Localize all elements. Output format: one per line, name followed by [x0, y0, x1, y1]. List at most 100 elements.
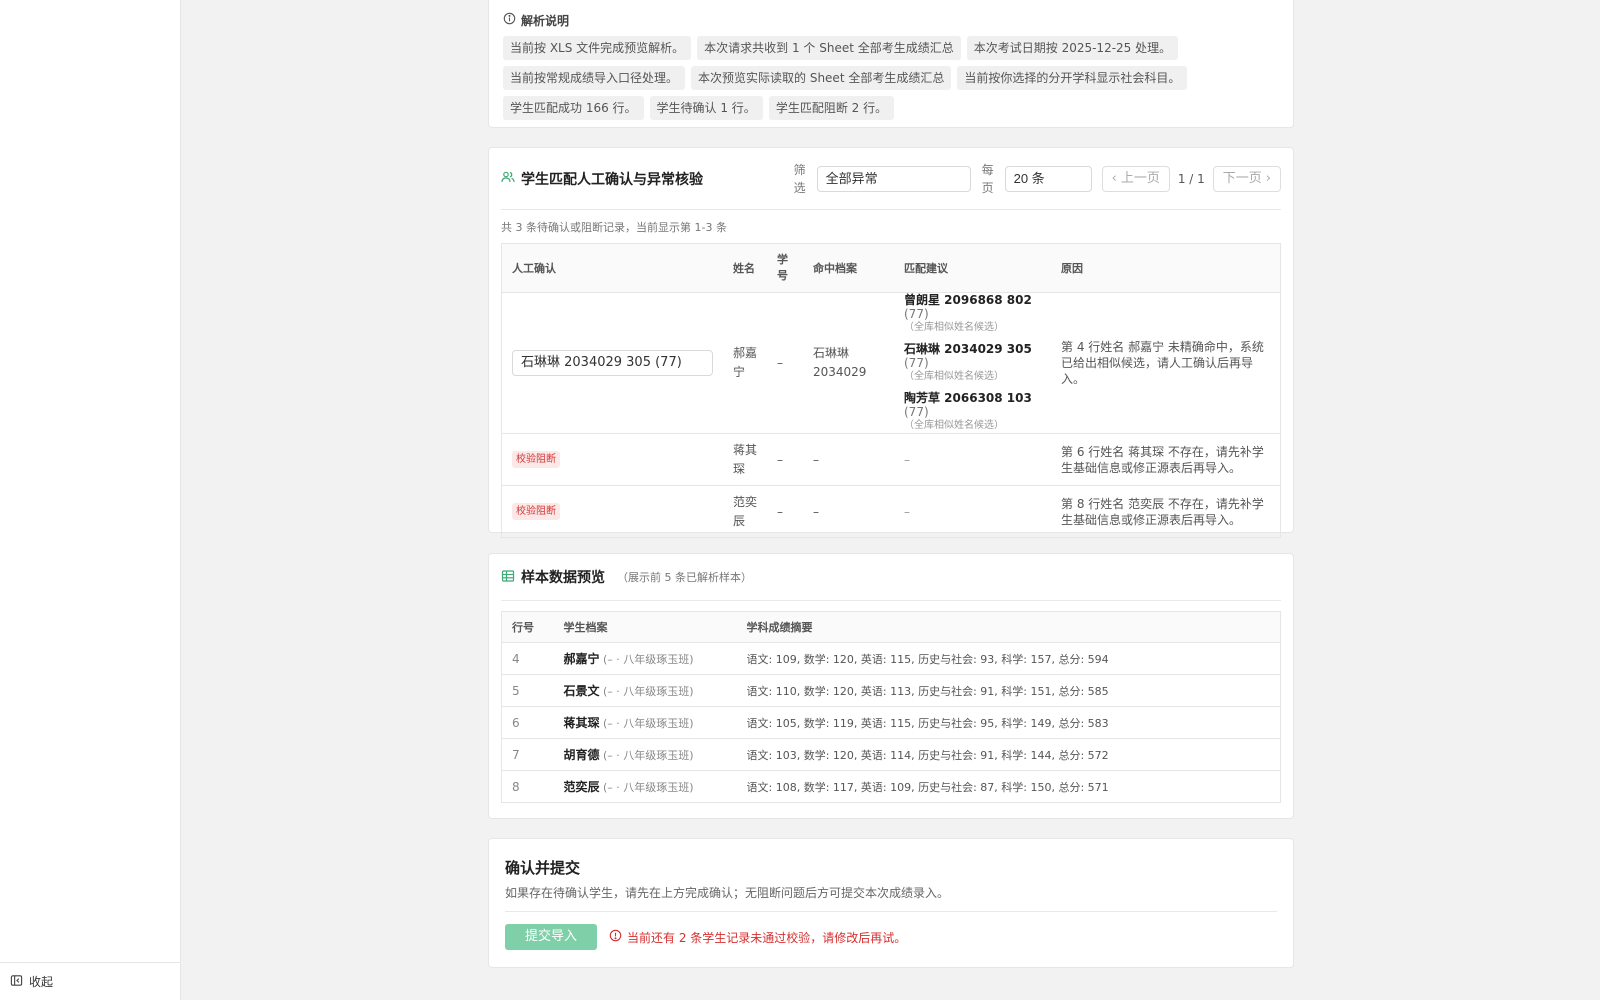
next-page-label: 下一页 — [1222, 170, 1262, 186]
collapse-button[interactable]: 收起 — [0, 962, 181, 1000]
match-table-header: 人工确认 姓名 学号 命中档案 匹配建议 原因 — [501, 243, 1281, 293]
col-name: 姓名 — [723, 243, 767, 293]
confirm-cell: 校验阻断 — [501, 433, 723, 486]
score-summary: 语文: 109, 数学: 120, 英语: 115, 历史与社会: 93, 科学… — [736, 642, 1281, 675]
suggestion-item[interactable]: 陶芳草 2066308 103 (77) （全库相似姓名候选） — [904, 391, 1041, 433]
confirm-cell: 校验阻断 — [502, 486, 724, 538]
next-page-button[interactable]: 下一页 › — [1212, 165, 1281, 192]
name-cell: 范奕辰 — [733, 494, 758, 528]
parse-notes-card: 解析说明 当前按 XLS 文件完成预览解析。 本次请求共收到 1 个 Sheet… — [488, 0, 1294, 128]
status-badge: 校验阻断 — [512, 503, 560, 520]
col-reason: 原因 — [1051, 243, 1281, 293]
match-title: 学生匹配人工确认与异常核验 — [501, 169, 793, 189]
table-row: 校验阻断 范奕辰 – – – 第 8 行姓名 范奕辰 不存在，请先补学生基础信息… — [502, 486, 1281, 538]
row-number: 6 — [501, 706, 554, 739]
sample-card: 样本数据预览 （展示前 5 条已解析样本） 行号 学生档案 学科成绩摘要 4 郝… — [488, 553, 1294, 819]
name-cell: 蒋其琛 — [723, 433, 767, 486]
confirm-cell: 石琳琳 2034029 305 (77) — [501, 292, 723, 434]
score-summary: 语文: 108, 数学: 117, 英语: 109, 历史与社会: 87, 科学… — [746, 780, 1109, 794]
chevron-right-icon: › — [1265, 170, 1271, 186]
hit-cell: 石琳琳 2034029 — [803, 292, 894, 434]
parse-notes-header: 解析说明 — [503, 11, 1279, 29]
chevron-left-icon: ‹ — [1111, 170, 1117, 186]
student-cell: 范奕辰 (– · 八年级琢玉班) — [563, 780, 694, 794]
col-confirm: 人工确认 — [501, 243, 723, 293]
suggestion-item[interactable]: 曾朗星 2096868 802 (77) （全库相似姓名候选） — [904, 293, 1041, 335]
suggest-cell: – — [894, 433, 1051, 486]
col-row: 行号 — [501, 611, 554, 643]
sid-cell: – — [767, 433, 803, 486]
users-icon — [501, 170, 515, 188]
student-cell: 石景文 (– · 八年级琢玉班) — [553, 674, 737, 707]
suggestion-item[interactable]: 石琳琳 2034029 305 (77) （全库相似姓名候选） — [904, 342, 1041, 384]
note-chip: 学生匹配成功 166 行。 — [503, 96, 644, 120]
sample-subtitle: （展示前 5 条已解析样本） — [617, 571, 752, 584]
table-row: 7 胡育德 (– · 八年级琢玉班) 语文: 103, 数学: 120, 英语:… — [501, 738, 1281, 771]
student-cell: 郝嘉宁 (– · 八年级琢玉班) — [553, 642, 737, 675]
note-chip: 当前按 XLS 文件完成预览解析。 — [503, 36, 692, 60]
page-info: 1 / 1 — [1177, 171, 1205, 186]
info-icon — [503, 12, 516, 28]
score-summary: 语文: 105, 数学: 119, 英语: 115, 历史与社会: 95, 科学… — [736, 706, 1281, 739]
note-chip: 学生待确认 1 行。 — [649, 96, 763, 120]
sid-cell: – — [767, 292, 803, 434]
sidebar: 收起 — [0, 0, 181, 1000]
note-chip: 本次预览实际读取的 Sheet 全部考生成绩汇总 — [691, 66, 952, 90]
collapse-icon — [10, 974, 23, 990]
table-row: 5 石景文 (– · 八年级琢玉班) 语文: 110, 数学: 120, 英语:… — [501, 674, 1281, 707]
filter-label: 筛选 — [793, 162, 806, 195]
submit-desc: 如果存在待确认学生，请先在上方完成确认；无阻断问题后方可提交本次成绩录入。 — [505, 884, 1277, 912]
note-chip: 当前按常规成绩导入口径处理。 — [503, 66, 686, 90]
match-header: 学生匹配人工确认与异常核验 筛选 全部异常 每页 20 条 ‹ 上一页 1 / … — [501, 148, 1281, 210]
sample-table-header: 行号 学生档案 学科成绩摘要 — [501, 611, 1281, 643]
row-number: 5 — [501, 674, 554, 707]
sample-header: 样本数据预览 （展示前 5 条已解析样本） — [501, 554, 1281, 601]
note-chip: 本次考试日期按 2025-12-25 处理。 — [966, 36, 1179, 60]
suggest-cell: – — [904, 504, 910, 519]
table-icon — [501, 569, 515, 586]
suggest-cell: 曾朗星 2096868 802 (77) （全库相似姓名候选） 石琳琳 20340… — [894, 292, 1051, 434]
table-row: 校验阻断 蒋其琛 – – – 第 6 行姓名 蒋其琛 不存在，请先补学生基础信息… — [501, 433, 1281, 486]
submit-card: 确认并提交 如果存在待确认学生，请先在上方完成确认；无阻断问题后方可提交本次成绩… — [488, 838, 1294, 968]
row-number: 8 — [512, 779, 520, 794]
prev-page-button[interactable]: ‹ 上一页 — [1101, 165, 1170, 192]
match-title-text: 学生匹配人工确认与异常核验 — [521, 171, 703, 188]
col-suggest: 匹配建议 — [894, 243, 1051, 293]
parse-notes-title: 解析说明 — [521, 13, 570, 28]
col-sid: 学号 — [767, 243, 803, 293]
row-number: 7 — [501, 738, 554, 771]
sid-cell: – — [777, 504, 783, 519]
hit-cell: – — [803, 433, 894, 486]
submit-title: 确认并提交 — [505, 859, 581, 877]
reason-cell: 第 4 行姓名 郝嘉宁 未精确命中，系统已给出相似候选，请人工确认后再导入。 — [1051, 292, 1281, 434]
note-chip: 本次请求共收到 1 个 Sheet 全部考生成绩汇总 — [697, 36, 961, 60]
reason-cell: 第 6 行姓名 蒋其琛 不存在，请先补学生基础信息或修正源表后再导入。 — [1051, 433, 1281, 486]
match-summary: 共 3 条待确认或阻断记录，当前显示第 1-3 条 — [501, 221, 727, 234]
filter-select[interactable]: 全部异常 — [816, 165, 971, 192]
error-message: 当前还有 2 条学生记录未通过校验，请修改后再试。 — [609, 929, 906, 946]
student-cell: 胡育德 (– · 八年级琢玉班) — [553, 738, 737, 771]
table-row: 石琳琳 2034029 305 (77) 郝嘉宁 – 石琳琳 2034029 曾… — [501, 292, 1281, 434]
hit-cell: – — [813, 504, 819, 519]
score-summary: 语文: 110, 数学: 120, 英语: 113, 历史与社会: 91, 科学… — [736, 674, 1281, 707]
score-summary: 语文: 103, 数学: 120, 英语: 114, 历史与社会: 91, 科学… — [736, 738, 1281, 771]
note-chip: 学生匹配阻断 2 行。 — [768, 96, 895, 120]
status-badge: 校验阻断 — [512, 451, 560, 468]
per-page-select[interactable]: 20 条 — [1004, 165, 1092, 192]
submit-button[interactable]: 提交导入 — [505, 924, 597, 950]
table-row: 6 蒋其琛 (– · 八年级琢玉班) 语文: 105, 数学: 119, 英语:… — [501, 706, 1281, 739]
col-student: 学生档案 — [553, 611, 737, 643]
table-row: 4 郝嘉宁 (– · 八年级琢玉班) 语文: 109, 数学: 120, 英语:… — [501, 642, 1281, 675]
reason-cell: 第 8 行姓名 范奕辰 不存在，请先补学生基础信息或修正源表后再导入。 — [1061, 496, 1264, 527]
match-table: 人工确认 姓名 学号 命中档案 匹配建议 原因 石琳琳 2034029 305 … — [501, 243, 1281, 538]
match-card: 学生匹配人工确认与异常核验 筛选 全部异常 每页 20 条 ‹ 上一页 1 / … — [488, 147, 1294, 538]
sample-title: 样本数据预览 — [521, 570, 605, 586]
confirm-select[interactable]: 石琳琳 2034029 305 (77) — [512, 350, 713, 376]
sample-table: 行号 学生档案 学科成绩摘要 4 郝嘉宁 (– · 八年级琢玉班) 语文: 10… — [501, 611, 1281, 803]
note-chip: 当前按你选择的分开学科显示社会科目。 — [957, 66, 1188, 90]
col-hit: 命中档案 — [803, 243, 894, 293]
table-row: 8 范奕辰 (– · 八年级琢玉班) 语文: 108, 数学: 117, 英语:… — [502, 771, 1281, 803]
prev-page-label: 上一页 — [1120, 170, 1160, 186]
row-number: 4 — [501, 642, 554, 675]
student-cell: 蒋其琛 (– · 八年级琢玉班) — [553, 706, 737, 739]
